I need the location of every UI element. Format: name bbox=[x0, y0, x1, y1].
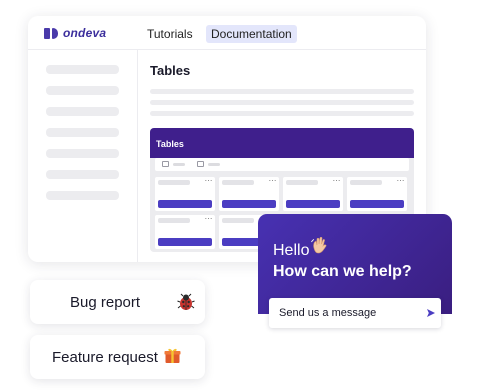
card-title-placeholder bbox=[350, 180, 382, 185]
more-options-icon[interactable]: ⋯ bbox=[397, 177, 405, 185]
table-card[interactable]: ⋯ bbox=[283, 177, 343, 211]
logo-icon bbox=[44, 27, 59, 39]
card-action-button[interactable] bbox=[350, 200, 404, 208]
card-action-button[interactable] bbox=[158, 238, 212, 246]
sidebar-item-placeholder[interactable] bbox=[46, 128, 119, 137]
card-title-placeholder bbox=[286, 180, 318, 185]
card-title-placeholder bbox=[222, 180, 254, 185]
message-input[interactable]: Send us a message bbox=[269, 298, 441, 328]
sidebar-item-placeholder[interactable] bbox=[46, 86, 119, 95]
table-card[interactable]: ⋯ bbox=[155, 177, 215, 211]
nav-tab-documentation[interactable]: Documentation bbox=[206, 25, 297, 43]
chat-heading: How can we help? bbox=[273, 263, 412, 280]
text-placeholder-line bbox=[150, 100, 414, 105]
toolbar-label-placeholder bbox=[173, 163, 185, 166]
text-placeholder-line bbox=[150, 89, 414, 94]
card-title-placeholder bbox=[222, 218, 254, 223]
table-card[interactable]: ⋯ bbox=[219, 177, 279, 211]
bug-report-button[interactable]: Bug report bbox=[30, 280, 205, 324]
page-title: Tables bbox=[150, 63, 191, 78]
card-action-button[interactable] bbox=[222, 200, 276, 208]
brand-logo[interactable]: ondeva bbox=[44, 26, 106, 40]
tables-panel-title: Tables bbox=[156, 139, 184, 149]
toolbar-label-placeholder bbox=[208, 163, 220, 166]
ladybug-icon bbox=[177, 293, 195, 310]
more-options-icon[interactable]: ⋯ bbox=[269, 177, 277, 185]
logo-text: ondeva bbox=[63, 26, 107, 40]
grid-view-icon[interactable] bbox=[197, 161, 204, 167]
more-options-icon[interactable]: ⋯ bbox=[333, 177, 341, 185]
message-placeholder: Send us a message bbox=[279, 307, 377, 319]
bug-report-label: Bug report bbox=[70, 294, 141, 311]
card-action-button[interactable] bbox=[158, 200, 212, 208]
gift-icon bbox=[164, 348, 181, 363]
more-options-icon[interactable]: ⋯ bbox=[205, 215, 213, 223]
table-card[interactable]: ⋯ bbox=[155, 215, 215, 249]
chat-greeting: Hello bbox=[273, 242, 310, 259]
sidebar-item-placeholder[interactable] bbox=[46, 65, 119, 74]
top-navigation-bar: ondeva Tutorials Documentation bbox=[28, 16, 426, 50]
sidebar-item-placeholder[interactable] bbox=[46, 107, 119, 116]
card-action-button[interactable] bbox=[286, 200, 340, 208]
card-title-placeholder bbox=[158, 180, 190, 185]
send-arrow-icon[interactable] bbox=[427, 309, 435, 317]
tables-panel-header: Tables bbox=[150, 128, 414, 158]
sidebar-item-placeholder[interactable] bbox=[46, 191, 119, 200]
table-card[interactable]: ⋯ bbox=[347, 177, 407, 211]
more-options-icon[interactable]: ⋯ bbox=[205, 177, 213, 185]
feature-request-button[interactable]: Feature request bbox=[30, 335, 205, 379]
waving-hand-icon bbox=[311, 236, 327, 254]
nav-tab-tutorials[interactable]: Tutorials bbox=[142, 25, 198, 43]
tables-toolbar bbox=[155, 158, 409, 171]
list-view-icon[interactable] bbox=[162, 161, 169, 167]
sidebar-item-placeholder[interactable] bbox=[46, 170, 119, 179]
sidebar bbox=[28, 50, 138, 262]
sidebar-item-placeholder[interactable] bbox=[46, 149, 119, 158]
text-placeholder-line bbox=[150, 111, 414, 116]
feature-request-label: Feature request bbox=[52, 349, 158, 366]
card-title-placeholder bbox=[158, 218, 190, 223]
